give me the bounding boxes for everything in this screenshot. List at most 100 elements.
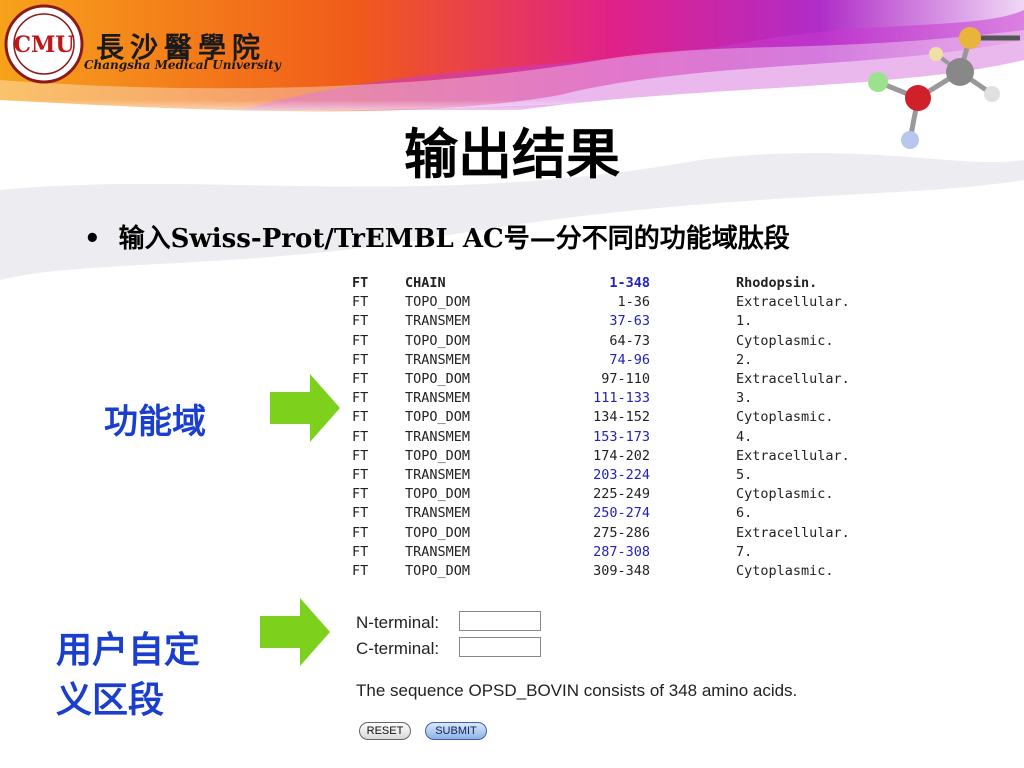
cell-desc: 6.	[736, 505, 753, 522]
cell-tag: FT	[352, 486, 369, 503]
cell-type: TOPO_DOM	[405, 447, 471, 464]
cell-tag: FT	[352, 524, 369, 541]
cell-tag: FT	[352, 505, 369, 522]
cell-type: TOPO_DOM	[405, 371, 471, 387]
table-row: FT TOPO_DOM 1-36 Extracellular.	[343, 294, 903, 313]
table-row: FT TRANSMEM 74-96 2.	[343, 352, 903, 371]
n-terminal-label: N-terminal:	[356, 613, 440, 632]
cell-desc: 7.	[736, 543, 753, 560]
cell-tag: FT	[352, 563, 369, 579]
cell-type: TRANSMEM	[405, 505, 471, 522]
cell-desc: Extracellular.	[736, 524, 850, 541]
c-terminal-input[interactable]	[459, 637, 541, 657]
sequence-info: The sequence OPSD_BOVIN consists of 348 …	[356, 681, 798, 700]
table-row: FT TOPO_DOM 64-73 Cytoplasmic.	[343, 333, 903, 352]
reset-button[interactable]: RESET	[359, 722, 411, 740]
label-custom-line1: 用户自定	[56, 630, 201, 671]
cell-type: TRANSMEM	[405, 543, 471, 560]
university-name-en: Changsha Medical University	[84, 58, 281, 72]
slide-title: 输出结果	[404, 122, 620, 186]
cell-range: 174-202	[593, 447, 650, 464]
cell-desc: Cytoplasmic.	[736, 332, 834, 349]
cell-range[interactable]: 37-63	[521, 313, 650, 329]
cell-type: TOPO_DOM	[405, 332, 471, 349]
cell-range: 225-249	[593, 486, 650, 503]
table-row: FT TRANSMEM 111-133 3.	[343, 390, 903, 409]
cell-desc: 5.	[736, 467, 753, 483]
cell-tag: FT	[352, 409, 369, 426]
bullet-marker: •	[84, 224, 101, 254]
cell-type: TOPO_DOM	[405, 294, 471, 311]
cell-type: TOPO_DOM	[405, 409, 471, 426]
n-terminal-input[interactable]	[459, 611, 541, 631]
label-custom-region: 用户自定 义区段	[56, 626, 200, 726]
cell-tag: FT	[352, 275, 369, 291]
cell-desc: 3.	[736, 390, 753, 407]
table-row: FT TOPO_DOM 309-348 Cytoplasmic.	[343, 563, 903, 582]
cell-range[interactable]: 153-173	[521, 429, 650, 445]
cell-range: 97-110	[601, 371, 650, 387]
university-logo: CMU	[4, 4, 84, 84]
cell-desc: 2.	[736, 351, 753, 368]
cell-desc: Extracellular.	[736, 371, 850, 387]
cell-tag: FT	[352, 390, 369, 407]
cell-desc: Extracellular.	[736, 447, 850, 464]
table-row: FT TOPO_DOM 225-249 Cytoplasmic.	[343, 486, 903, 505]
cell-range[interactable]: 74-96	[521, 352, 650, 368]
cell-desc: 4.	[736, 428, 753, 445]
c-terminal-label: C-terminal:	[356, 639, 440, 658]
cell-desc: Cytoplasmic.	[736, 563, 834, 579]
table-row: FT TOPO_DOM 275-286 Extracellular.	[343, 525, 903, 544]
table-row: FT TRANSMEM 203-224 5.	[343, 467, 903, 486]
submit-button[interactable]: SUBMIT	[425, 722, 487, 740]
table-row: FT TRANSMEM 287-308 7.	[343, 544, 903, 563]
cell-tag: FT	[352, 543, 369, 560]
cell-range: 275-286	[593, 524, 650, 541]
cell-range[interactable]: 203-224	[521, 467, 650, 483]
svg-text:CMU: CMU	[13, 32, 74, 58]
cell-tag: FT	[352, 332, 369, 349]
right-arrow-icon	[260, 598, 330, 666]
cell-desc: Cytoplasmic.	[736, 409, 834, 426]
cell-range: 134-152	[593, 409, 650, 426]
cell-desc: Rhodopsin.	[736, 275, 818, 291]
cell-tag: FT	[352, 467, 369, 483]
cell-tag: FT	[352, 313, 369, 330]
cell-range: 309-348	[593, 563, 650, 579]
cell-range[interactable]: 287-308	[521, 544, 650, 560]
cell-type: CHAIN	[405, 275, 446, 291]
cell-desc: Cytoplasmic.	[736, 486, 834, 503]
table-row: FT TOPO_DOM 97-110 Extracellular.	[343, 371, 903, 390]
table-row: FT TOPO_DOM 134-152 Cytoplasmic.	[343, 409, 903, 428]
cell-tag: FT	[352, 428, 369, 445]
table-row: FT CHAIN 1-348 Rhodopsin.	[343, 275, 903, 294]
cell-type: TOPO_DOM	[405, 524, 471, 541]
cell-type: TRANSMEM	[405, 313, 471, 330]
cell-type: TRANSMEM	[405, 428, 471, 445]
cell-desc: 1.	[736, 313, 753, 330]
feature-table: FT CHAIN 1-348 Rhodopsin. FT TOPO_DOM 1-36 Extr…	[343, 272, 903, 586]
cell-tag: FT	[352, 351, 369, 368]
cell-range[interactable]: 1-348	[521, 275, 650, 291]
cell-range: 64-73	[609, 332, 650, 349]
table-row: FT TRANSMEM 37-63 1.	[343, 313, 903, 332]
bullet-text: 输入Swiss-Prot/TrEMBL AC号—分不同的功能域肽段	[118, 224, 790, 254]
cell-desc: Extracellular.	[736, 294, 850, 311]
cell-range[interactable]: 111-133	[521, 390, 650, 406]
cell-type: TOPO_DOM	[405, 563, 471, 579]
cell-range: 1-36	[617, 294, 650, 311]
cell-tag: FT	[352, 294, 369, 311]
right-arrow-icon	[270, 374, 340, 442]
cell-type: TRANSMEM	[405, 467, 471, 483]
cell-range[interactable]: 250-274	[521, 505, 650, 521]
bullet-point: • 输入Swiss-Prot/TrEMBL AC号—分不同的功能域肽段	[84, 218, 790, 255]
label-custom-line2: 义区段	[56, 680, 165, 721]
cell-type: TRANSMEM	[405, 390, 471, 407]
table-row: FT TOPO_DOM 174-202 Extracellular.	[343, 448, 903, 467]
cell-type: TOPO_DOM	[405, 486, 471, 503]
table-row: FT TRANSMEM 153-173 4.	[343, 429, 903, 448]
label-functional-domain: 功能域	[104, 402, 206, 442]
cell-tag: FT	[352, 447, 369, 464]
table-row: FT TRANSMEM 250-274 6.	[343, 505, 903, 524]
region-form: N-terminal: C-terminal: The sequence OPS…	[345, 600, 905, 750]
